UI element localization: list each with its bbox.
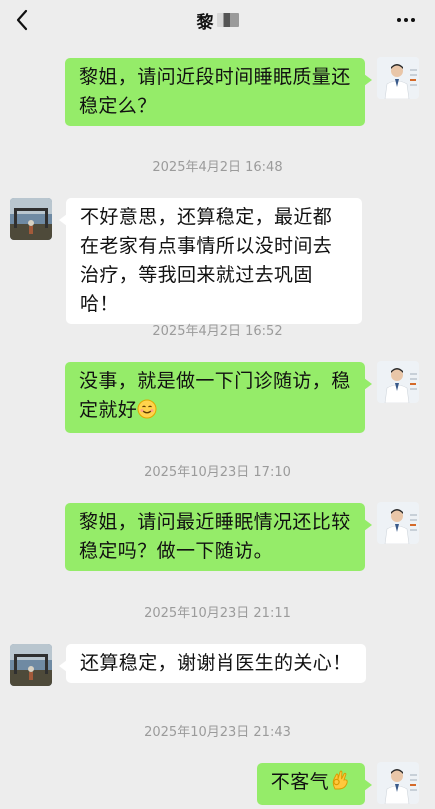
ok-hand-emoji-icon <box>329 769 351 800</box>
message-bubble-incoming[interactable]: 还算稳定，谢谢肖医生的关心！ <box>59 644 366 683</box>
message-bubble-outgoing[interactable]: 黎姐，请问最近睡眠情况还比较稳定吗？做一下随访。 <box>65 503 372 571</box>
chevron-left-icon <box>16 9 28 31</box>
patient-avatar-image <box>10 644 52 686</box>
message-bubble-outgoing[interactable]: 黎姐，请问近段时间睡眠质量还稳定么？ <box>65 58 372 126</box>
doctor-avatar[interactable] <box>377 57 419 99</box>
timestamp: 2025年10月23日 21:11 <box>144 606 291 621</box>
doctor-avatar-image <box>377 57 419 99</box>
message-text: 不客气 <box>270 771 329 793</box>
message-text: 黎姐，请问最近睡眠情况还比较稳定吗？做一下随访。 <box>79 511 351 562</box>
back-button[interactable] <box>8 6 36 34</box>
doctor-avatar[interactable] <box>377 762 419 804</box>
message-text: 没事，就是做一下门诊随访，稳定就好 <box>79 370 351 421</box>
chat-title-group: 黎 <box>197 8 239 33</box>
message-bubble-outgoing[interactable]: 没事，就是做一下门诊随访，稳定就好 <box>65 362 372 433</box>
timestamp: 2025年4月2日 16:48 <box>152 160 283 175</box>
message-text: 还算稳定，谢谢肖医生的关心！ <box>80 652 352 674</box>
doctor-avatar[interactable] <box>377 361 419 403</box>
message-bubble-incoming[interactable]: 不好意思，还算稳定，最近都在老家有点事情所以没时间去治疗，等我回来就过去巩固哈！ <box>59 198 362 324</box>
message-text: 不好意思，还算稳定，最近都在老家有点事情所以没时间去治疗，等我回来就过去巩固哈！ <box>80 206 333 315</box>
message-text: 黎姐，请问近段时间睡眠质量还稳定么？ <box>79 66 351 117</box>
more-dots-icon <box>397 18 401 22</box>
smile-emoji-icon <box>137 399 157 428</box>
patient-avatar[interactable] <box>10 644 52 686</box>
doctor-avatar[interactable] <box>377 502 419 544</box>
doctor-avatar-image <box>377 361 419 403</box>
more-button[interactable] <box>397 8 415 32</box>
chat-header: 黎 <box>0 0 435 40</box>
redacted-name-mark <box>216 13 239 27</box>
doctor-avatar-image <box>377 762 419 804</box>
doctor-avatar-image <box>377 502 419 544</box>
timestamp: 2025年10月23日 21:43 <box>144 725 291 740</box>
chat-title: 黎 <box>196 12 214 33</box>
patient-avatar[interactable] <box>10 198 52 240</box>
timestamp: 2025年10月23日 17:10 <box>144 465 291 480</box>
timestamp: 2025年4月2日 16:52 <box>152 324 283 339</box>
message-bubble-outgoing[interactable]: 不客气 <box>256 763 373 805</box>
patient-avatar-image <box>10 198 52 240</box>
